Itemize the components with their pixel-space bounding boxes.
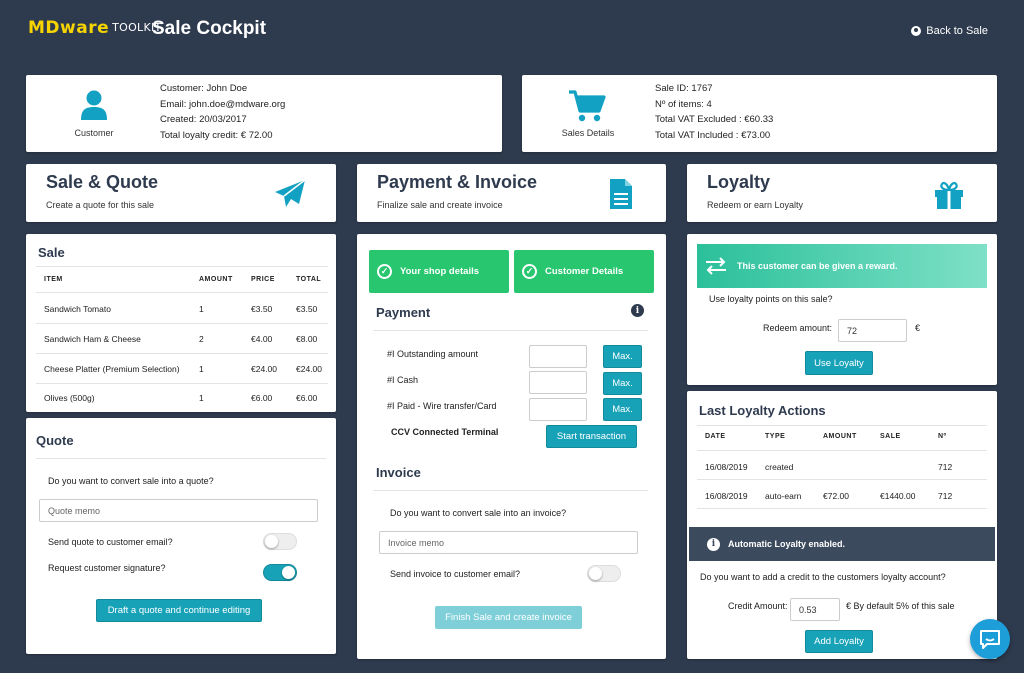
payment-invoice-card: ✓ Your shop details ✓ Customer Details P… (357, 234, 666, 659)
loyalty-title: Loyalty (707, 172, 771, 192)
customer-card: Customer Customer: John Doe Email: john.… (26, 75, 502, 152)
request-signature-toggle[interactable] (263, 564, 297, 581)
customer-caption: Customer (74, 128, 114, 138)
cash-input[interactable] (529, 371, 587, 394)
user-icon (81, 90, 107, 120)
check-circle-icon: ✓ (377, 264, 392, 279)
swap-arrows-icon (706, 257, 726, 275)
send-invoice-email-label: Send invoice to customer email? (390, 569, 521, 579)
outstanding-amount-label: #I Outstanding amount (387, 349, 479, 359)
reward-banner: This customer can be given a reward. (697, 244, 987, 288)
back-icon (911, 26, 922, 36)
redeem-loyalty-card: This customer can be given a reward. Use… (687, 234, 997, 385)
sales-details-card: Sales Details Sale ID: 1767 Nº of items:… (522, 75, 997, 152)
invoice-heading: Invoice (376, 465, 421, 480)
ccv-terminal-label: CCV Connected Terminal (391, 427, 499, 437)
quote-memo-input[interactable] (39, 499, 318, 522)
sale-heading: Sale (38, 245, 65, 260)
check-circle-icon: ✓ (522, 264, 537, 279)
credit-amount-input[interactable] (790, 598, 840, 621)
loyalty-actions-heading: Last Loyalty Actions (699, 403, 826, 418)
credit-amount-label: Credit Amount: (728, 601, 788, 611)
outstanding-amount-input[interactable] (529, 345, 587, 368)
quote-question: Do you want to convert sale into a quote… (48, 476, 214, 486)
info-icon: i (707, 537, 720, 551)
sale-quote-subtitle: Create a quote for this sale (46, 200, 155, 210)
wire-transfer-label: #I Paid - Wire transfer/Card (387, 401, 497, 411)
finish-sale-button[interactable]: Finish Sale and create invoice (435, 606, 582, 629)
info-icon[interactable]: i (631, 304, 644, 317)
sale-quote-title: Sale & Quote (46, 172, 159, 192)
sales-info: Sale ID: 1767 Nº of items: 4 Total VAT E… (655, 83, 774, 141)
sale-card: Sale ITEM AMOUNT PRICE TOTAL Sandwich To… (26, 234, 336, 412)
sale-col-total: TOTAL (296, 276, 322, 283)
invoice-question: Do you want to convert sale into an invo… (390, 508, 567, 518)
credit-question: Do you want to add a credit to the custo… (700, 572, 946, 582)
top-bar: MDware TOOLKIT Sale Cockpit Back to Sale (0, 0, 1024, 62)
sale-col-price: PRICE (251, 276, 275, 283)
draft-quote-button[interactable]: Draft a quote and continue editing (96, 599, 262, 622)
send-quote-email-toggle[interactable] (263, 533, 297, 550)
page-title: Sale Cockpit (152, 18, 267, 39)
payment-heading: Payment (376, 305, 431, 320)
loyalty-col-amount: AMOUNT (823, 433, 857, 440)
shop-details-button[interactable]: ✓ Your shop details (369, 250, 509, 293)
logo: MDware TOOLKIT (28, 18, 162, 38)
loyalty-subtitle: Redeem or earn Loyalty (707, 200, 804, 210)
cash-label: #I Cash (387, 375, 419, 385)
wire-transfer-max-button[interactable]: Max. (603, 398, 642, 421)
send-quote-email-label: Send quote to customer email? (48, 537, 173, 547)
outstanding-max-button[interactable]: Max. (603, 345, 642, 368)
redeem-question: Use loyalty points on this sale? (709, 294, 833, 304)
quote-heading: Quote (36, 433, 74, 448)
paper-plane-icon (275, 179, 306, 207)
chat-icon (980, 630, 1000, 649)
payment-invoice-header[interactable]: Payment & Invoice Finalize sale and crea… (357, 164, 666, 222)
automatic-loyalty-banner: i Automatic Loyalty enabled. (689, 527, 995, 561)
loyalty-actions-card: Last Loyalty Actions DATE TYPE AMOUNT SA… (687, 391, 997, 659)
request-signature-label: Request customer signature? (48, 563, 166, 573)
sale-quote-header[interactable]: Sale & Quote Create a quote for this sal… (26, 164, 336, 222)
sale-col-item: ITEM (44, 276, 63, 283)
chat-widget-button[interactable] (970, 619, 1010, 659)
redeem-amount-input[interactable] (838, 319, 907, 342)
add-loyalty-button[interactable]: Add Loyalty (805, 630, 873, 653)
loyalty-col-number: Nº (938, 433, 947, 440)
cash-max-button[interactable]: Max. (603, 372, 642, 395)
wire-transfer-input[interactable] (529, 398, 587, 421)
credit-default-note: € By default 5% of this sale (846, 601, 955, 611)
quote-card: Quote Do you want to convert sale into a… (26, 418, 336, 654)
start-transaction-button[interactable]: Start transaction (546, 425, 637, 448)
send-invoice-email-toggle[interactable] (587, 565, 621, 582)
customer-info: Customer: John Doe Email: john.doe@mdwar… (160, 83, 286, 141)
payment-invoice-title: Payment & Invoice (377, 172, 538, 192)
loyalty-header[interactable]: Loyalty Redeem or earn Loyalty (687, 164, 997, 222)
use-loyalty-button[interactable]: Use Loyalty (805, 351, 873, 375)
redeem-currency: € (915, 323, 921, 333)
sale-col-amount: AMOUNT (199, 276, 233, 283)
gift-icon (935, 181, 963, 209)
loyalty-col-type: TYPE (765, 433, 786, 440)
loyalty-col-date: DATE (705, 433, 726, 440)
cart-icon (569, 90, 606, 122)
back-to-sale-link[interactable]: Back to Sale (911, 25, 988, 37)
sales-details-caption: Sales Details (561, 128, 615, 138)
redeem-amount-label: Redeem amount: (763, 323, 833, 333)
document-icon (610, 179, 632, 209)
customer-details-button[interactable]: ✓ Customer Details (514, 250, 654, 293)
payment-invoice-subtitle: Finalize sale and create invoice (377, 200, 503, 210)
invoice-memo-input[interactable] (379, 531, 638, 554)
loyalty-col-sale: SALE (880, 433, 901, 440)
